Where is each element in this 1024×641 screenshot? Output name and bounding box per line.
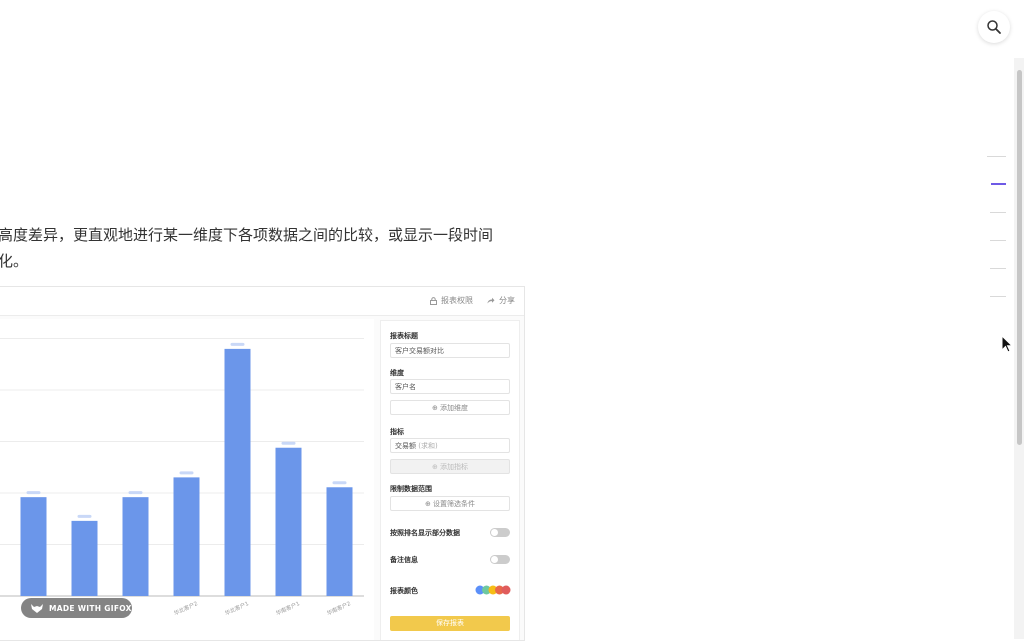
filter-button[interactable]: ⊕ 设置筛选条件 [390,496,510,511]
bar[interactable] [326,487,353,596]
title-input[interactable]: 客户交易额对比 [390,343,510,358]
chart-area: 华北客户2 华北客户1 华南客户1 华南客户2 [0,319,374,640]
add-dimension-label: 添加维度 [440,404,469,412]
bar-value-label [230,342,245,346]
report-toolbar: 报表权限 分享 [0,287,524,316]
color-label: 报表颜色 [390,587,418,595]
dimension-field[interactable]: 客户名 [390,379,510,394]
toc-item[interactable] [990,240,1006,241]
plus-circle-icon: ⊕ [431,404,438,412]
mouse-cursor-icon [1001,335,1013,353]
rank-toggle[interactable] [490,528,510,537]
bar-value-label [26,491,41,495]
report-screenshot: 报表权限 分享 华北客户2 华北客户1 华南客户1 华南客户2 报表标题 客户交易额对… [0,286,525,641]
toc-item[interactable] [987,156,1006,157]
metric-label: 指标 [390,428,404,436]
search-icon [987,20,1001,34]
bar[interactable] [173,477,200,596]
toc-item[interactable] [990,268,1006,269]
scrollbar-thumb[interactable] [1017,70,1022,445]
gifox-badge: MADE WITH GIFOX [21,598,132,618]
note-toggle[interactable] [490,555,510,564]
category-label: 华南客户1 [274,599,300,617]
add-metric-button[interactable]: ⊕ 添加指标 [390,459,510,474]
bar-chart: 华北客户2 华北客户1 华南客户1 华南客户2 [0,338,364,617]
share-action[interactable]: 分享 [487,295,515,306]
color-swatches[interactable] [475,585,513,595]
rank-label: 按照排名显示部分数据 [390,529,460,537]
bar[interactable] [71,520,98,596]
toc-item[interactable] [990,212,1006,213]
title-label: 报表标题 [390,332,418,340]
bar-value-label [281,441,296,445]
share-label: 分享 [499,296,515,305]
toc-item-active[interactable] [991,183,1006,185]
filter-label: 设置筛选条件 [433,500,476,508]
intro-line-2: 化。 [0,252,29,270]
settings-panel: 报表标题 客户交易额对比 维度 客户名 ⊕ 添加维度 指标 交易额 (求和) ⊕… [380,320,520,640]
gifox-label: MADE WITH GIFOX [49,603,132,613]
search-button[interactable] [978,11,1010,43]
metric-value: 交易额 [395,442,416,450]
permission-action[interactable]: 报表权限 [430,295,473,306]
bar-value-label [77,514,92,518]
share-icon [487,297,495,304]
bar[interactable] [275,447,302,596]
add-dimension-button[interactable]: ⊕ 添加维度 [390,400,510,415]
bar[interactable] [122,497,149,596]
color-swatch[interactable] [501,585,511,595]
intro-paragraph: 高度差异，更直观地进行某一维度下各项数据之间的比较，或显示一段时间 化。 [0,222,558,274]
bar[interactable] [224,348,251,596]
bar[interactable] [20,497,47,596]
permission-label: 报表权限 [441,296,473,305]
bar-value-label [128,491,143,495]
page-scrollbar[interactable] [1014,58,1024,639]
bar-value-label [179,471,194,475]
intro-line-1: 高度差异，更直观地进行某一维度下各项数据之间的比较，或显示一段时间 [0,226,494,244]
lock-icon [430,296,437,305]
note-label: 备注信息 [390,556,418,564]
metric-field[interactable]: 交易额 (求和) [390,438,510,453]
category-label: 华北客户1 [223,599,249,617]
fox-logo-icon [31,603,43,613]
metric-suffix: (求和) [418,442,438,450]
plus-circle-icon: ⊕ [424,500,431,508]
range-label: 限制数据范围 [390,485,432,493]
add-metric-label: 添加指标 [440,463,469,471]
bar-value-label [332,481,347,485]
dimension-label: 维度 [390,369,404,377]
plus-circle-icon: ⊕ [431,463,438,471]
category-label: 华南客户2 [325,599,351,617]
toc-item[interactable] [990,296,1006,297]
save-report-button[interactable]: 保存报表 [390,616,510,631]
category-label: 华北客户2 [172,599,198,617]
